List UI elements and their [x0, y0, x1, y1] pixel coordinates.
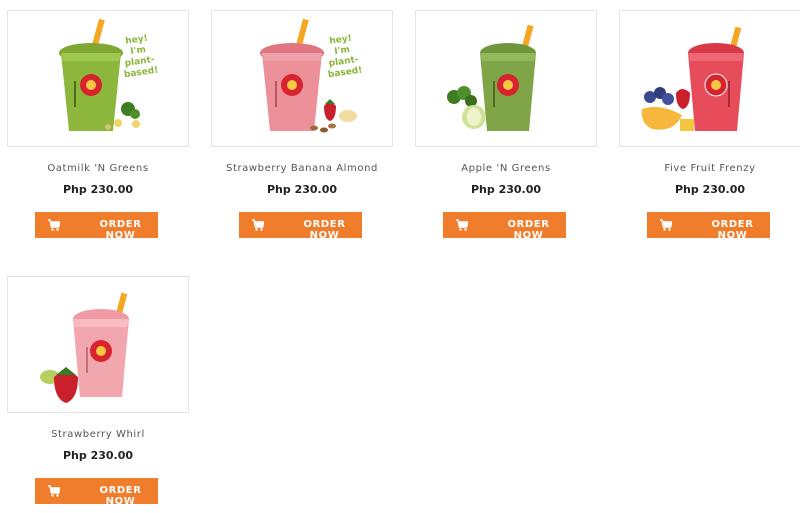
shopping-cart-icon [456, 219, 468, 231]
order-now-button[interactable]: ORDER NOW [443, 212, 566, 241]
product-name[interactable]: Oatmilk 'N Greens [7, 163, 189, 174]
order-now-label: ORDER NOW [507, 219, 550, 241]
shopping-cart-icon [48, 219, 60, 231]
shopping-cart-icon [48, 485, 60, 497]
product-image[interactable]: hey! I'm plant-based! [211, 10, 393, 147]
order-now-label: ORDER NOW [303, 219, 346, 241]
badge-hey-text: hey! I'm plant-based! [123, 33, 160, 81]
shopping-cart-icon [252, 219, 264, 231]
order-now-button[interactable]: ORDER NOW [35, 478, 158, 507]
product-image[interactable] [7, 276, 189, 413]
product-image[interactable] [415, 10, 597, 147]
product-price: Php 230.00 [62, 449, 134, 462]
order-now-label: ORDER NOW [711, 219, 754, 241]
order-now-button[interactable]: ORDER NOW [35, 212, 158, 241]
product-price: Php 230.00 [470, 183, 542, 196]
product-name[interactable]: Strawberry Whirl [7, 429, 189, 440]
product-image[interactable] [619, 10, 800, 147]
shopping-cart-icon [660, 219, 672, 231]
order-now-button[interactable]: ORDER NOW [647, 212, 770, 241]
product-name[interactable]: Five Fruit Frenzy [619, 163, 800, 174]
order-now-button[interactable]: ORDER NOW [239, 212, 362, 241]
order-now-label: ORDER NOW [99, 485, 142, 507]
product-price: Php 230.00 [266, 183, 338, 196]
product-name[interactable]: Strawberry Banana Almond [211, 163, 393, 174]
product-name[interactable]: Apple 'N Greens [415, 163, 597, 174]
product-price: Php 230.00 [62, 183, 134, 196]
product-image[interactable]: hey! I'm plant-based! [7, 10, 189, 147]
order-now-label: ORDER NOW [99, 219, 142, 241]
badge-hey-text: hey! I'm plant-based! [327, 33, 364, 81]
product-price: Php 230.00 [674, 183, 746, 196]
